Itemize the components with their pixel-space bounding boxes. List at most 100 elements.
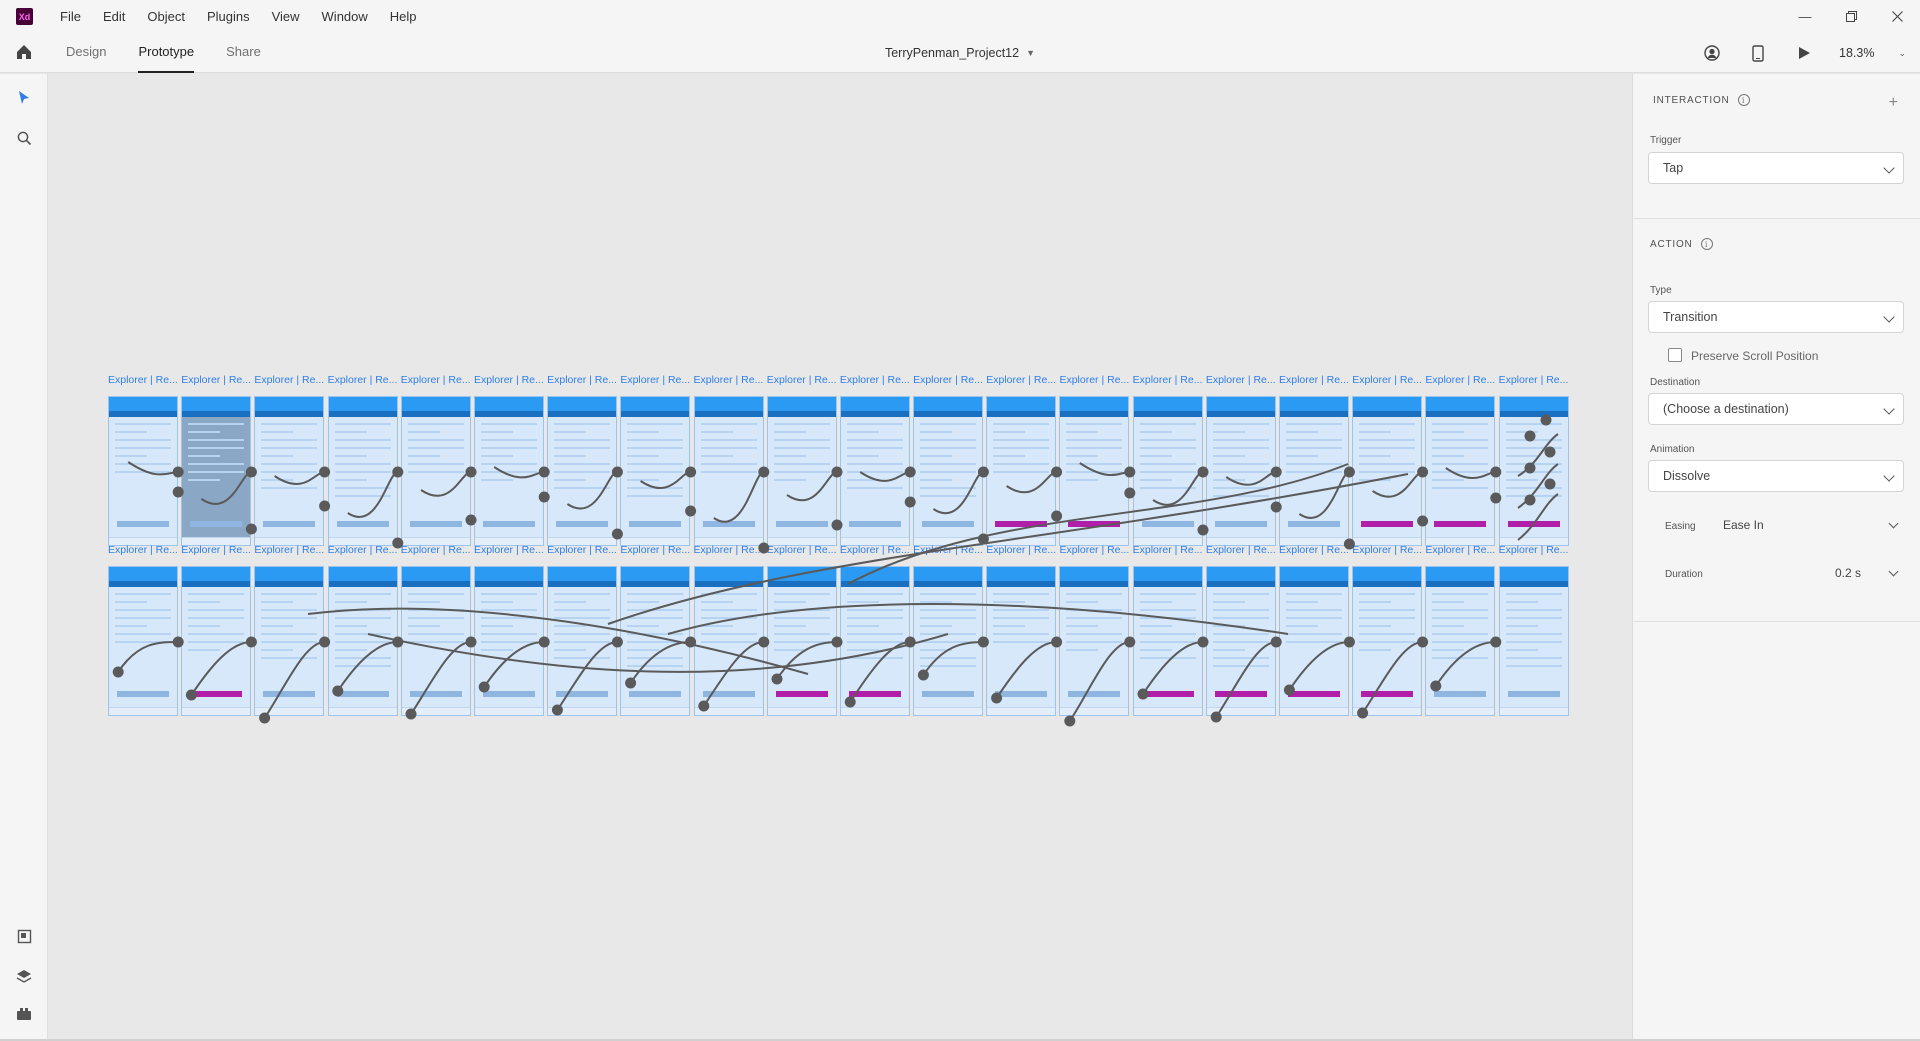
artboard-thumbnail[interactable] [913, 396, 984, 546]
artboard-label[interactable]: Explorer | Re... [620, 544, 693, 556]
menu-file[interactable]: File [60, 9, 81, 24]
artboard-thumbnail[interactable] [620, 396, 691, 546]
menu-edit[interactable]: Edit [103, 9, 125, 24]
device-preview-icon[interactable] [1747, 42, 1769, 64]
artboard-label[interactable]: Explorer | Re... [1499, 544, 1572, 556]
artboard-thumbnail[interactable] [1425, 396, 1496, 546]
artboard-label[interactable]: Explorer | Re... [1425, 374, 1498, 386]
artboard-label[interactable]: Explorer | Re... [1352, 374, 1425, 386]
account-icon[interactable] [1701, 42, 1723, 64]
artboard-label[interactable]: Explorer | Re... [1059, 374, 1132, 386]
artboard-thumbnail[interactable] [1279, 566, 1349, 716]
artboard-label[interactable]: Explorer | Re... [767, 374, 840, 386]
minimize-icon[interactable]: — [1782, 0, 1828, 33]
artboard-thumbnail[interactable] [913, 566, 984, 716]
tab-design[interactable]: Design [66, 33, 106, 73]
chevron-down-icon[interactable]: ⌄ [1898, 48, 1906, 59]
artboard-thumbnail[interactable] [473, 566, 544, 716]
artboard-label[interactable]: Explorer | Re... [254, 544, 327, 556]
artboard-thumbnail[interactable] [1279, 396, 1349, 546]
trigger-dropdown[interactable]: Tap [1648, 152, 1904, 184]
artboard-thumbnail[interactable] [986, 566, 1057, 716]
artboard-thumbnail[interactable] [1059, 566, 1130, 716]
add-interaction-icon[interactable]: + [1889, 94, 1898, 112]
artboard-thumbnail[interactable] [986, 396, 1057, 546]
artboard-thumbnail[interactable] [1132, 396, 1203, 546]
artboard-label[interactable]: Explorer | Re... [1279, 544, 1352, 556]
info-icon[interactable]: i [1737, 94, 1750, 106]
play-icon[interactable] [1793, 42, 1815, 64]
duration-dropdown[interactable]: 0.2 s [1835, 566, 1901, 584]
menu-plugins[interactable]: Plugins [207, 9, 250, 24]
easing-dropdown[interactable]: Ease In [1723, 518, 1901, 536]
artboard-thumbnail[interactable] [693, 396, 764, 546]
artboard-label[interactable]: Explorer | Re... [620, 374, 693, 386]
artboard-label[interactable]: Explorer | Re... [1133, 544, 1206, 556]
menu-help[interactable]: Help [390, 9, 417, 24]
plugins-icon[interactable] [14, 1004, 34, 1024]
artboard-thumbnail[interactable] [693, 566, 764, 716]
artboard-thumbnail[interactable] [1352, 396, 1423, 546]
artboard-label[interactable]: Explorer | Re... [1352, 544, 1425, 556]
artboard-thumbnail[interactable] [108, 396, 178, 546]
artboard-label[interactable]: Explorer | Re... [986, 544, 1059, 556]
artboard-label[interactable]: Explorer | Re... [767, 544, 840, 556]
artboard-label[interactable]: Explorer | Re... [108, 374, 181, 386]
artboard-thumbnail[interactable] [766, 396, 837, 546]
menu-view[interactable]: View [272, 9, 300, 24]
artboard-thumbnail[interactable] [400, 566, 471, 716]
artboard-thumbnail[interactable] [1425, 566, 1496, 716]
artboard-thumbnail[interactable] [839, 396, 910, 546]
artboard-label[interactable]: Explorer | Re... [1425, 544, 1498, 556]
artboard-label[interactable]: Explorer | Re... [840, 374, 913, 386]
artboard-label[interactable]: Explorer | Re... [1279, 374, 1352, 386]
artboard-thumbnail[interactable] [1059, 396, 1130, 546]
artboard-label[interactable]: Explorer | Re... [1206, 374, 1279, 386]
artboard-thumbnail[interactable] [839, 566, 910, 716]
artboard-thumbnail[interactable] [400, 396, 471, 546]
artboard-label[interactable]: Explorer | Re... [986, 374, 1059, 386]
artboard-thumbnail[interactable] [1132, 566, 1203, 716]
artboard-thumbnail[interactable] [181, 396, 252, 546]
artboard-thumbnail[interactable] [1352, 566, 1423, 716]
artboard-label[interactable]: Explorer | Re... [547, 544, 620, 556]
tab-prototype[interactable]: Prototype [138, 33, 195, 73]
restore-icon[interactable] [1828, 0, 1874, 33]
action-type-dropdown[interactable]: Transition [1648, 301, 1904, 333]
menu-window[interactable]: Window [322, 9, 368, 24]
artboard-label[interactable]: Explorer | Re... [1059, 544, 1132, 556]
artboard-thumbnail[interactable] [1205, 396, 1276, 546]
artboard-thumbnail[interactable] [327, 396, 398, 546]
artboard-thumbnail[interactable] [1498, 566, 1569, 716]
artboard-label[interactable]: Explorer | Re... [547, 374, 620, 386]
artboard-label[interactable]: Explorer | Re... [474, 374, 547, 386]
preserve-scroll-checkbox[interactable] [1668, 348, 1682, 362]
artboard-label[interactable]: Explorer | Re... [401, 544, 474, 556]
document-title-menu[interactable]: TerryPenman_Project12 ▼ [885, 33, 1035, 73]
artboard-label[interactable]: Explorer | Re... [694, 544, 767, 556]
artboard-thumbnail[interactable] [766, 566, 837, 716]
artboard-label[interactable]: Explorer | Re... [1206, 544, 1279, 556]
artboard-thumbnail[interactable] [473, 396, 544, 546]
zoom-level[interactable]: 18.3% [1839, 46, 1874, 60]
destination-dropdown[interactable]: (Choose a destination) [1648, 393, 1904, 425]
artboard-label[interactable]: Explorer | Re... [913, 374, 986, 386]
layers-icon[interactable] [14, 966, 34, 986]
menu-object[interactable]: Object [147, 9, 185, 24]
document-assets-icon[interactable] [14, 926, 34, 946]
artboard-thumbnail[interactable] [1498, 396, 1569, 546]
artboard-label[interactable]: Explorer | Re... [181, 544, 254, 556]
animation-dropdown[interactable]: Dissolve [1648, 460, 1904, 492]
artboard-label[interactable]: Explorer | Re... [1133, 374, 1206, 386]
search-icon[interactable] [14, 128, 34, 148]
artboard-label[interactable]: Explorer | Re... [840, 544, 913, 556]
artboard-thumbnail[interactable] [1205, 566, 1276, 716]
artboard-label[interactable]: Explorer | Re... [254, 374, 327, 386]
artboard-label[interactable]: Explorer | Re... [328, 374, 401, 386]
artboard-thumbnail[interactable] [547, 396, 618, 546]
artboard-thumbnail[interactable] [327, 566, 398, 716]
artboard-thumbnail[interactable] [620, 566, 691, 716]
artboard-label[interactable]: Explorer | Re... [108, 544, 181, 556]
artboard-label[interactable]: Explorer | Re... [474, 544, 547, 556]
info-icon[interactable]: i [1700, 238, 1713, 250]
